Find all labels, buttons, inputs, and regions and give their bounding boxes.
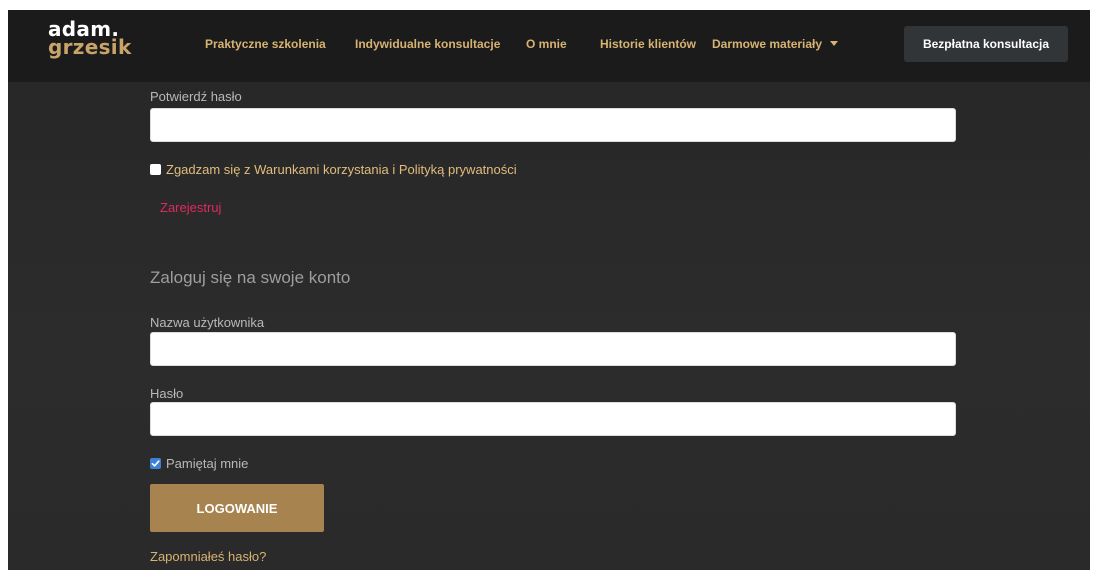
- remember-me-label: Pamiętaj mnie: [166, 456, 249, 471]
- login-section-title: Zaloguj się na swoje konto: [150, 268, 351, 287]
- logo-line-2: grzesik: [48, 35, 132, 59]
- nav-item-about[interactable]: O mnie: [526, 37, 567, 51]
- page-frame: adam. grzesik Praktyczne szkolenia Indyw…: [8, 10, 1090, 570]
- remember-me-row[interactable]: Pamiętaj mnie: [150, 456, 248, 471]
- password-label: Hasło: [150, 386, 184, 401]
- forgot-password-link[interactable]: Zapomniałeś hasło?: [150, 549, 266, 564]
- nav-item-client-stories[interactable]: Historie klientów: [600, 37, 696, 51]
- login-button[interactable]: LOGOWANIE: [150, 484, 324, 532]
- top-navbar: adam. grzesik Praktyczne szkolenia Indyw…: [8, 10, 1090, 82]
- terms-checkbox[interactable]: [150, 164, 161, 175]
- username-label: Nazwa użytkownika: [150, 315, 265, 330]
- nav-item-free-materials[interactable]: Darmowe materiały: [712, 37, 839, 51]
- remember-me-checkbox[interactable]: [150, 458, 161, 469]
- password-input[interactable]: [150, 402, 956, 436]
- confirm-password-label: Potwierdź hasło: [150, 89, 242, 104]
- register-button[interactable]: Zarejestruj: [160, 200, 221, 215]
- checkmark-icon: [151, 460, 160, 467]
- nav-item-training[interactable]: Praktyczne szkolenia: [205, 37, 326, 51]
- terms-label: Zgadzam się z Warunkami korzystania i Po…: [166, 162, 517, 177]
- confirm-password-input[interactable]: [150, 108, 956, 142]
- free-consultation-button[interactable]: Bezpłatna konsultacja: [904, 26, 1068, 62]
- nav-item-free-materials-label: Darmowe materiały: [712, 37, 823, 51]
- chevron-down-icon: [830, 41, 839, 47]
- brand-logo[interactable]: adam. grzesik: [48, 19, 132, 59]
- username-input[interactable]: [150, 332, 956, 366]
- terms-checkbox-row[interactable]: Zgadzam się z Warunkami korzystania i Po…: [150, 162, 517, 177]
- nav-item-consultations[interactable]: Indywidualne konsultacje: [355, 37, 500, 51]
